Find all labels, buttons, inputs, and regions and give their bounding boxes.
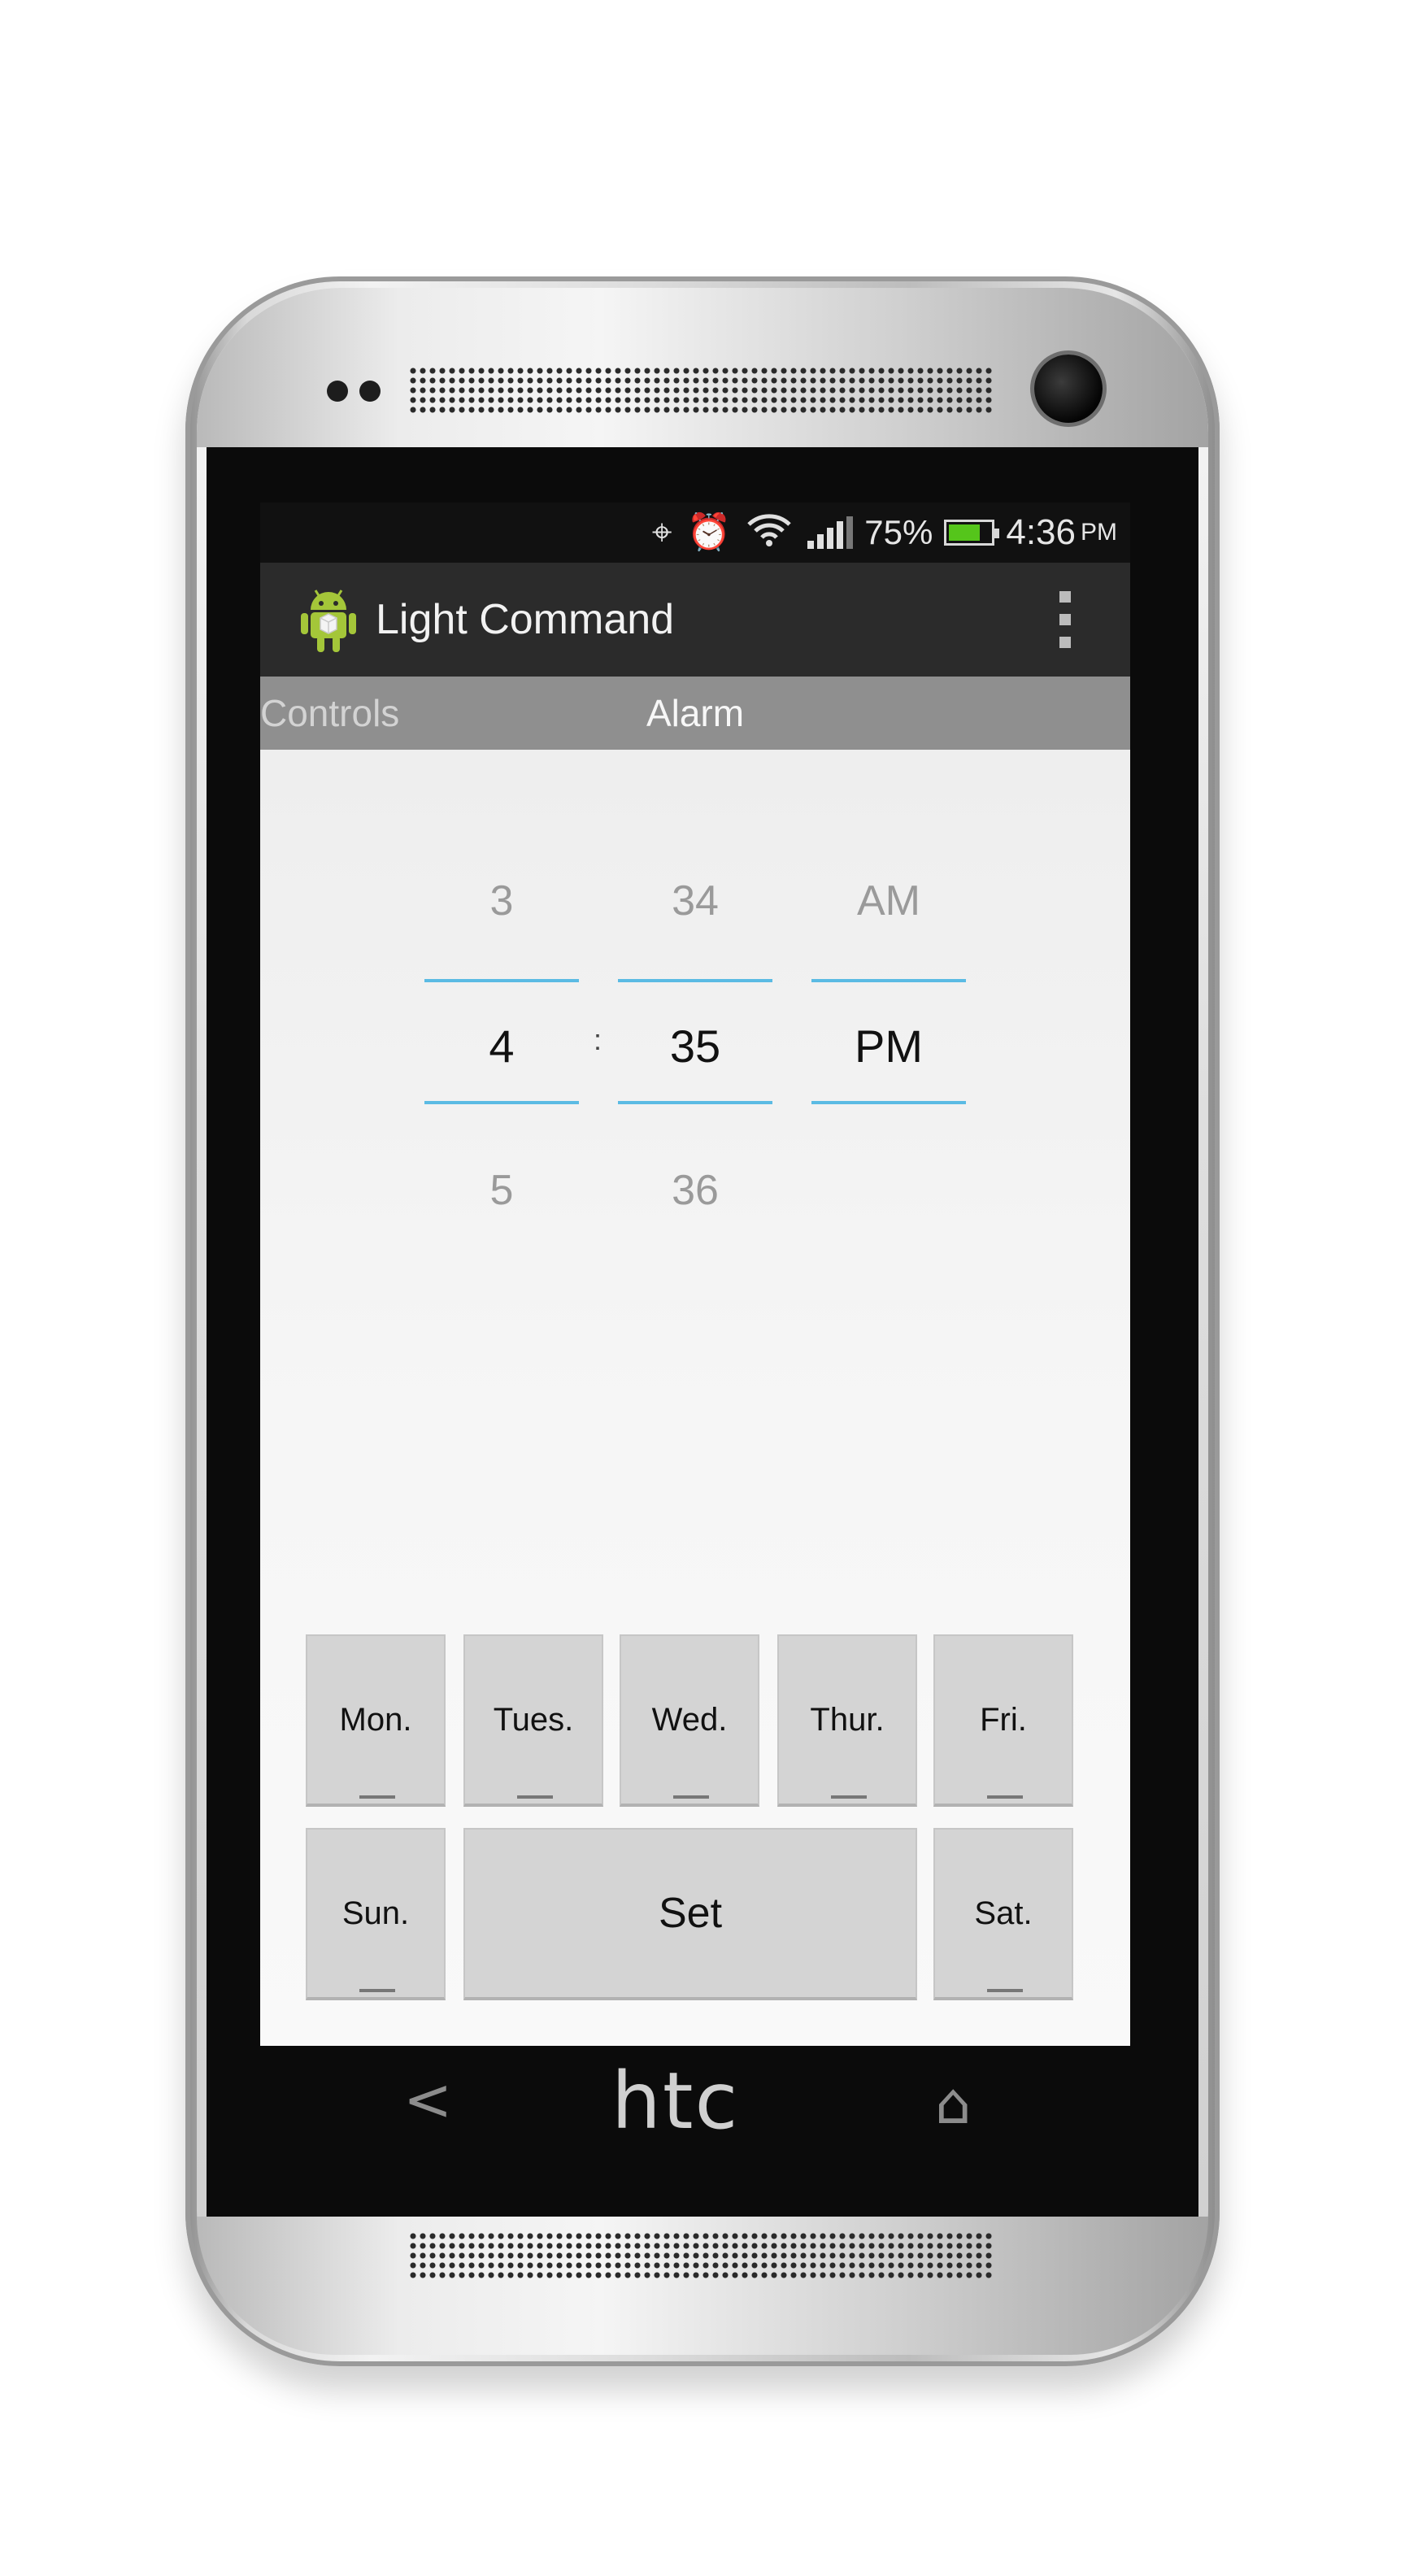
day-button-fri[interactable]: Fri. [933, 1634, 1073, 1807]
tab-controls[interactable]: Controls [260, 677, 399, 750]
hour-current[interactable]: 4 [424, 1020, 579, 1073]
day-button-mon[interactable]: Mon. [306, 1634, 446, 1807]
htc-logo: htc [611, 2056, 740, 2147]
day-button-sun[interactable]: Sun. [306, 1828, 446, 2000]
ampm-current[interactable]: PM [811, 1020, 966, 1073]
hour-bottom-divider [424, 1101, 579, 1104]
sensor-dot [327, 381, 348, 402]
battery-percent: 75% [864, 513, 933, 551]
minute-prev[interactable]: 34 [618, 877, 772, 925]
alarm-clock-icon: ⏰ [686, 512, 732, 552]
day-label: Sun. [341, 1895, 410, 1931]
set-button-label: Set [658, 1890, 723, 1937]
day-label: Wed. [651, 1701, 728, 1738]
day-indicator [987, 1795, 1023, 1799]
minute-picker[interactable]: 34 35 36 [618, 877, 772, 1214]
day-indicator [517, 1795, 553, 1799]
day-button-wed[interactable]: Wed. [620, 1634, 759, 1807]
minute-bottom-divider [618, 1101, 772, 1104]
ampm-prev[interactable]: AM [811, 877, 966, 925]
status-time: 4:36 [1006, 512, 1076, 552]
home-key[interactable]: ⌂ [935, 2070, 971, 2137]
day-indicator [987, 1989, 1023, 1992]
day-indicator [359, 1795, 395, 1799]
hour-next[interactable]: 5 [424, 1166, 579, 1215]
minute-next[interactable]: 36 [618, 1166, 772, 1215]
day-button-sat[interactable]: Sat. [933, 1828, 1073, 2000]
bottom-speaker-grille [408, 2231, 994, 2280]
battery-icon [944, 520, 1000, 546]
minute-current[interactable]: 35 [618, 1020, 772, 1073]
day-indicator [359, 1989, 395, 1992]
status-ampm: PM [1081, 519, 1117, 546]
hour-picker[interactable]: 3 4 5 [424, 877, 579, 1214]
gps-icon: ⌖ [651, 512, 672, 552]
android-app-icon [298, 585, 359, 654]
minute-top-divider [618, 979, 772, 982]
phone-top-cap [197, 288, 1208, 447]
battery-level-fill [949, 524, 980, 541]
day-label: Tues. [493, 1701, 574, 1738]
action-bar: Light Command [260, 563, 1130, 677]
wifi-icon [746, 511, 793, 554]
phone-bottom-cap [197, 2217, 1208, 2355]
day-button-thu[interactable]: Thur. [777, 1634, 917, 1807]
day-button-tue[interactable]: Tues. [463, 1634, 603, 1807]
day-label: Mon. [339, 1701, 412, 1738]
day-indicator [673, 1795, 709, 1799]
sensor-dot [359, 381, 381, 402]
device-screen: ⌖ ⏰ 75% 4:36 PM Light Command Alarm Cont… [260, 503, 1130, 2046]
ampm-bottom-divider [811, 1101, 966, 1104]
ampm-top-divider [811, 979, 966, 982]
hour-prev[interactable]: 3 [424, 877, 579, 925]
day-label: Sat. [974, 1895, 1033, 1931]
day-indicator [831, 1795, 867, 1799]
day-label: Thur. [810, 1701, 885, 1738]
back-key[interactable]: < [403, 2065, 452, 2134]
day-label: Fri. [980, 1701, 1027, 1738]
ampm-picker[interactable]: AM PM [811, 877, 966, 1153]
app-title: Light Command [376, 596, 675, 643]
time-separator: : [594, 1023, 602, 1056]
tab-strip: Alarm Controls [260, 677, 1130, 750]
overflow-menu-icon[interactable] [1057, 591, 1073, 648]
hour-top-divider [424, 979, 579, 982]
set-button[interactable]: Set [463, 1828, 917, 2000]
signal-icon [807, 516, 854, 549]
front-camera [1034, 355, 1103, 423]
top-speaker-grille [408, 366, 994, 415]
status-bar: ⌖ ⏰ 75% 4:36 PM [260, 503, 1130, 563]
